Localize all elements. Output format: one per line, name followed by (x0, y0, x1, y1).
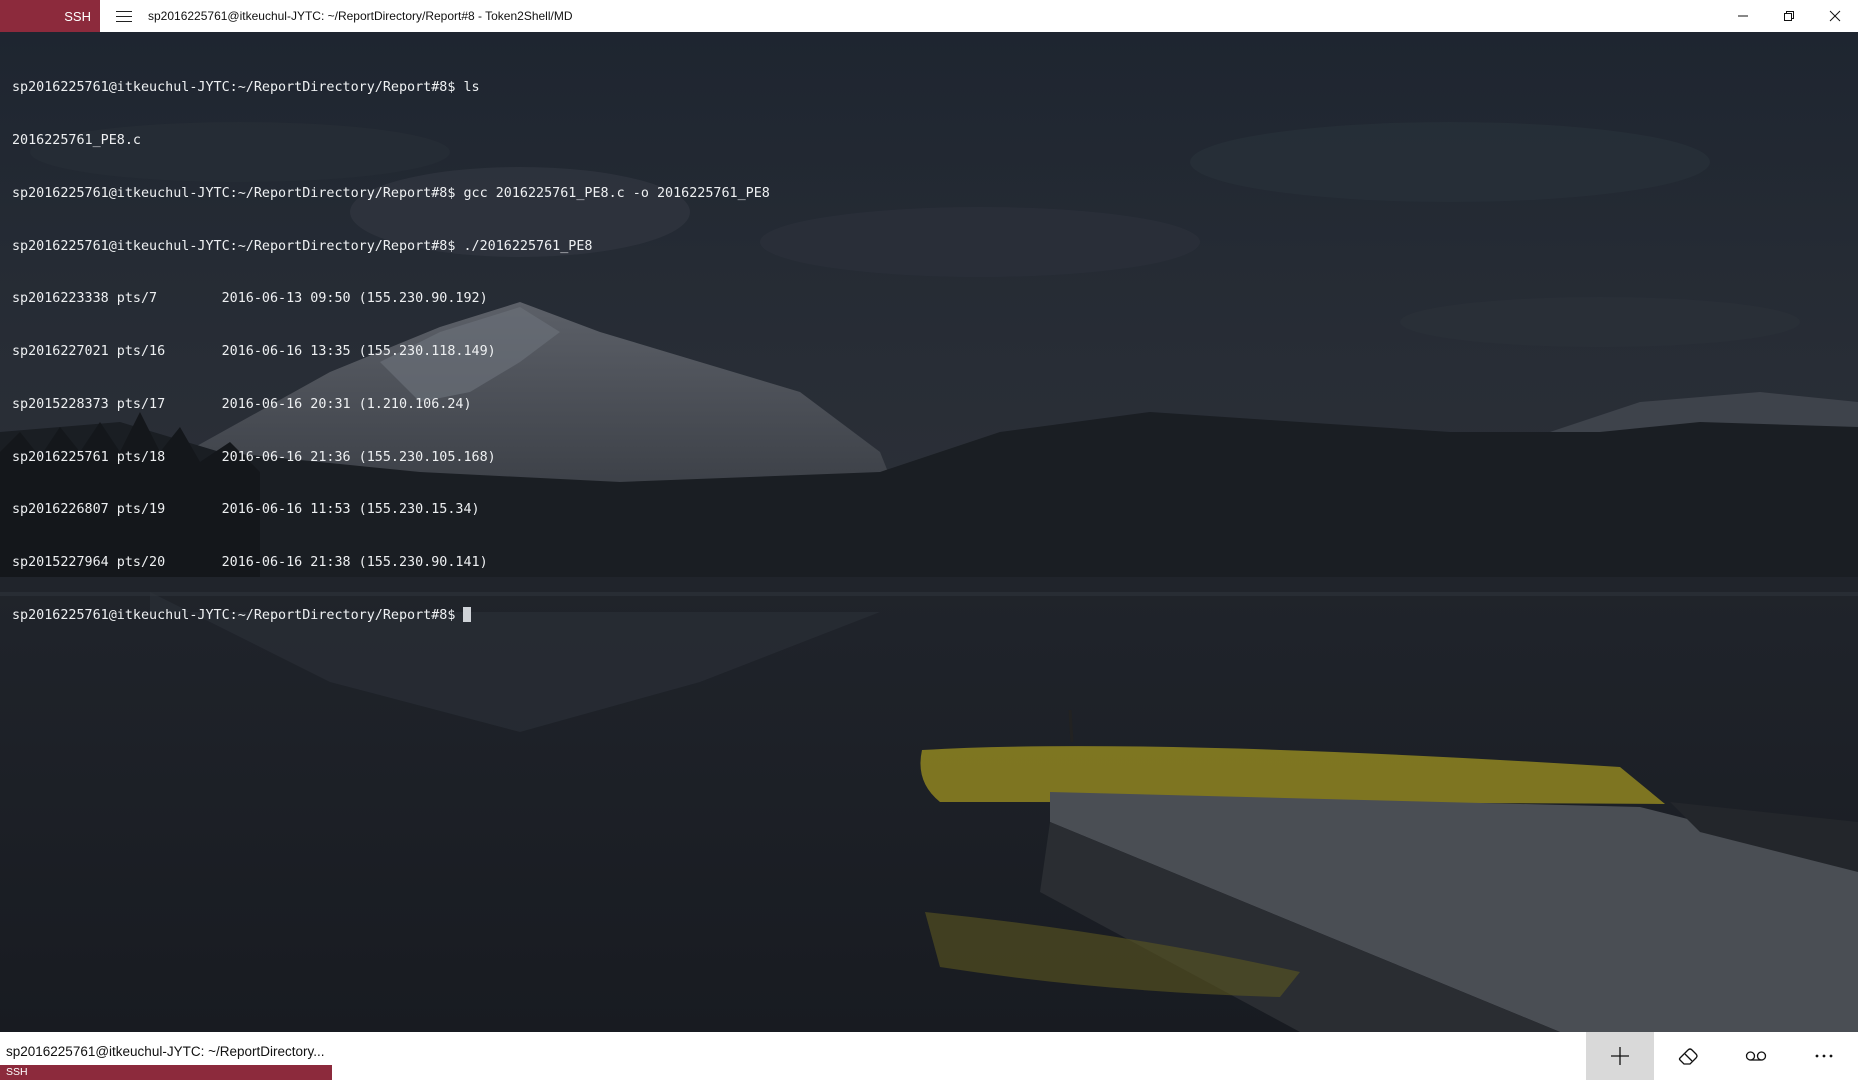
close-icon (1829, 10, 1841, 22)
hamburger-menu-button[interactable] (100, 0, 148, 32)
terminal-line: sp2016223338 pts/7 2016-06-13 09:50 (155… (12, 291, 488, 307)
add-icon (1611, 1047, 1629, 1065)
more-button[interactable] (1790, 1032, 1858, 1080)
terminal-area[interactable]: sp2016225761@itkeuchul-JYTC:~/ReportDire… (0, 32, 1858, 1032)
more-icon (1815, 1054, 1833, 1058)
terminal-prompt: sp2016225761@itkeuchul-JYTC:~/ReportDire… (12, 608, 464, 623)
terminal-line: sp2016226807 pts/19 2016-06-16 11:53 (15… (12, 502, 480, 518)
voicemail-button[interactable] (1722, 1032, 1790, 1080)
terminal-line: 2016225761_PE8.c (12, 132, 141, 148)
minimize-icon (1738, 15, 1748, 17)
minimize-button[interactable] (1720, 0, 1766, 32)
terminal-line: sp2015228373 pts/17 2016-06-16 20:31 (1.… (12, 396, 472, 412)
app-window: SSH sp2016225761@itkeuchul-JYTC: ~/Repor… (0, 0, 1858, 1080)
app-badge: SSH (0, 0, 100, 32)
window-controls (1720, 0, 1858, 32)
session-tab-title: sp2016225761@itkeuchul-JYTC: ~/ReportDir… (6, 1044, 325, 1059)
eraser-icon (1678, 1048, 1698, 1065)
terminal-line: sp2016227021 pts/16 2016-06-16 13:35 (15… (12, 344, 496, 360)
add-session-button[interactable] (1586, 1032, 1654, 1080)
title-bar[interactable]: SSH sp2016225761@itkeuchul-JYTC: ~/Repor… (0, 0, 1858, 32)
terminal-line: sp2016225761@itkeuchul-JYTC:~/ReportDire… (12, 185, 770, 201)
hamburger-icon (116, 10, 132, 22)
restore-button[interactable] (1766, 0, 1812, 32)
terminal-line: sp2016225761@itkeuchul-JYTC:~/ReportDire… (12, 238, 593, 254)
eraser-button[interactable] (1654, 1032, 1722, 1080)
bottom-bar: sp2016225761@itkeuchul-JYTC: ~/ReportDir… (0, 1032, 1858, 1080)
restore-icon (1784, 11, 1794, 21)
bottom-toolbar (1586, 1032, 1858, 1080)
terminal-prompt-line[interactable]: sp2016225761@itkeuchul-JYTC:~/ReportDire… (12, 607, 770, 625)
terminal-line: sp2016225761@itkeuchul-JYTC:~/ReportDire… (12, 80, 480, 96)
session-tab[interactable]: sp2016225761@itkeuchul-JYTC: ~/ReportDir… (0, 1032, 332, 1080)
terminal-line: sp2016225761 pts/18 2016-06-16 21:36 (15… (12, 449, 496, 465)
window-title: sp2016225761@itkeuchul-JYTC: ~/ReportDir… (148, 9, 573, 23)
terminal-cursor (463, 607, 472, 622)
terminal-line: sp2015227964 pts/20 2016-06-16 21:38 (15… (12, 555, 488, 571)
close-button[interactable] (1812, 0, 1858, 32)
terminal-output: sp2016225761@itkeuchul-JYTC:~/ReportDire… (12, 44, 770, 660)
voicemail-icon (1745, 1051, 1767, 1061)
session-type-label: SSH (0, 1065, 332, 1080)
